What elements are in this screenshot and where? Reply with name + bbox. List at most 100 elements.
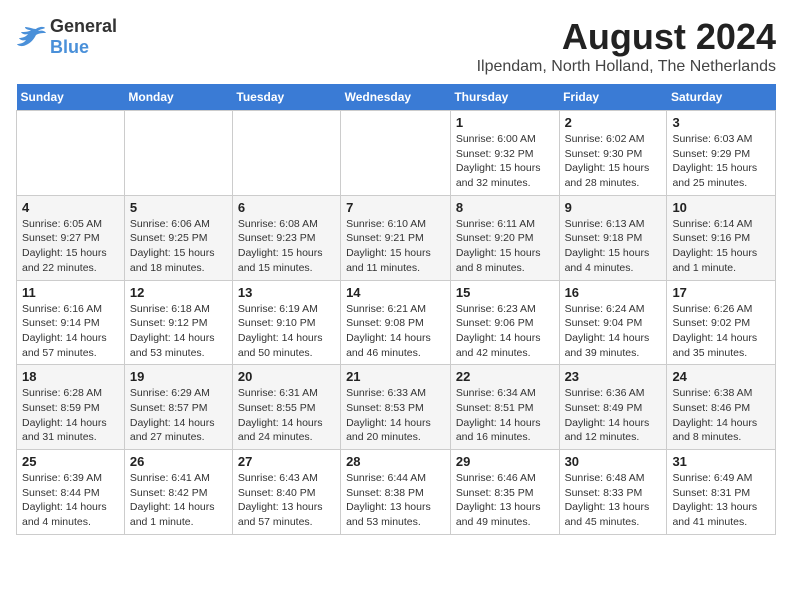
day-number: 22: [456, 369, 554, 384]
calendar-cell: 1 Sunrise: 6:00 AM Sunset: 9:32 PM Daylig…: [450, 111, 559, 196]
day-number: 25: [22, 454, 119, 469]
day-number: 26: [130, 454, 227, 469]
calendar-cell: 30Sunrise: 6:48 AM Sunset: 8:33 PM Dayli…: [559, 450, 667, 535]
calendar-cell: 9 Sunrise: 6:13 AM Sunset: 9:18 PM Daylig…: [559, 195, 667, 280]
day-of-week-header: Sunday: [17, 84, 125, 111]
day-number: 11: [22, 285, 119, 300]
calendar-cell: 10Sunrise: 6:14 AM Sunset: 9:16 PM Dayli…: [667, 195, 776, 280]
calendar-cell: 16 Sunrise: 6:24 AM Sunset: 9:04 PM Dayli…: [559, 280, 667, 365]
day-info: Sunrise: 6:31 AM Sunset: 8:55 PM Dayligh…: [238, 386, 335, 445]
calendar-cell: 14 Sunrise: 6:21 AM Sunset: 9:08 PM Dayli…: [341, 280, 451, 365]
calendar-week-row: 1 Sunrise: 6:00 AM Sunset: 9:32 PM Daylig…: [17, 111, 776, 196]
calendar-cell: 24 Sunrise: 6:38 AM Sunset: 8:46 PM Dayli…: [667, 365, 776, 450]
day-info: Sunrise: 6:16 AM Sunset: 9:14 PM Dayligh…: [22, 302, 119, 361]
calendar-cell: 8 Sunrise: 6:11 AM Sunset: 9:20 PM Daylig…: [450, 195, 559, 280]
calendar-cell: 29 Sunrise: 6:46 AM Sunset: 8:35 PM Dayli…: [450, 450, 559, 535]
day-number: 20: [238, 369, 335, 384]
calendar-cell: 13 Sunrise: 6:19 AM Sunset: 9:10 PM Dayli…: [232, 280, 340, 365]
day-info: Sunrise: 6:23 AM Sunset: 9:06 PM Dayligh…: [456, 302, 554, 361]
day-number: 24: [672, 369, 770, 384]
day-number: 1: [456, 115, 554, 130]
day-number: 7: [346, 200, 445, 215]
calendar-cell: 28 Sunrise: 6:44 AM Sunset: 8:38 PM Dayli…: [341, 450, 451, 535]
calendar-cell: 31Sunrise: 6:49 AM Sunset: 8:31 PM Dayli…: [667, 450, 776, 535]
day-number: 15: [456, 285, 554, 300]
calendar-cell: 26Sunrise: 6:41 AM Sunset: 8:42 PM Dayli…: [124, 450, 232, 535]
day-info: Sunrise: 6:43 AM Sunset: 8:40 PM Dayligh…: [238, 471, 335, 530]
day-number: 19: [130, 369, 227, 384]
calendar-week-row: 11 Sunrise: 6:16 AM Sunset: 9:14 PM Dayli…: [17, 280, 776, 365]
calendar-cell: 19 Sunrise: 6:29 AM Sunset: 8:57 PM Dayli…: [124, 365, 232, 450]
day-of-week-header: Friday: [559, 84, 667, 111]
day-of-week-header: Wednesday: [341, 84, 451, 111]
day-info: Sunrise: 6:34 AM Sunset: 8:51 PM Dayligh…: [456, 386, 554, 445]
page-subtitle: Ilpendam, North Holland, The Netherlands: [477, 58, 776, 76]
calendar-table: SundayMondayTuesdayWednesdayThursdayFrid…: [16, 84, 776, 535]
day-number: 31: [672, 454, 770, 469]
logo-blue: Blue: [50, 37, 89, 57]
calendar-cell: [124, 111, 232, 196]
day-info: Sunrise: 6:02 AM Sunset: 9:30 PM Dayligh…: [565, 132, 662, 191]
day-info: Sunrise: 6:36 AM Sunset: 8:49 PM Dayligh…: [565, 386, 662, 445]
day-info: Sunrise: 6:21 AM Sunset: 9:08 PM Dayligh…: [346, 302, 445, 361]
day-number: 21: [346, 369, 445, 384]
day-info: Sunrise: 6:46 AM Sunset: 8:35 PM Dayligh…: [456, 471, 554, 530]
day-info: Sunrise: 6:00 AM Sunset: 9:32 PM Dayligh…: [456, 132, 554, 191]
logo: General Blue: [16, 16, 117, 58]
day-info: Sunrise: 6:39 AM Sunset: 8:44 PM Dayligh…: [22, 471, 119, 530]
calendar-cell: 4Sunrise: 6:05 AM Sunset: 9:27 PM Daylig…: [17, 195, 125, 280]
day-info: Sunrise: 6:19 AM Sunset: 9:10 PM Dayligh…: [238, 302, 335, 361]
day-of-week-header: Tuesday: [232, 84, 340, 111]
day-info: Sunrise: 6:10 AM Sunset: 9:21 PM Dayligh…: [346, 217, 445, 276]
day-info: Sunrise: 6:03 AM Sunset: 9:29 PM Dayligh…: [672, 132, 770, 191]
day-number: 16: [565, 285, 662, 300]
day-info: Sunrise: 6:18 AM Sunset: 9:12 PM Dayligh…: [130, 302, 227, 361]
calendar-cell: 3 Sunrise: 6:03 AM Sunset: 9:29 PM Daylig…: [667, 111, 776, 196]
calendar-cell: 6Sunrise: 6:08 AM Sunset: 9:23 PM Daylig…: [232, 195, 340, 280]
day-info: Sunrise: 6:44 AM Sunset: 8:38 PM Dayligh…: [346, 471, 445, 530]
title-area: August 2024 Ilpendam, North Holland, The…: [477, 16, 776, 76]
day-of-week-header: Saturday: [667, 84, 776, 111]
day-number: 4: [22, 200, 119, 215]
day-number: 29: [456, 454, 554, 469]
day-info: Sunrise: 6:29 AM Sunset: 8:57 PM Dayligh…: [130, 386, 227, 445]
calendar-cell: 25 Sunrise: 6:39 AM Sunset: 8:44 PM Dayli…: [17, 450, 125, 535]
day-info: Sunrise: 6:38 AM Sunset: 8:46 PM Dayligh…: [672, 386, 770, 445]
day-info: Sunrise: 6:28 AM Sunset: 8:59 PM Dayligh…: [22, 386, 119, 445]
calendar-week-row: 4Sunrise: 6:05 AM Sunset: 9:27 PM Daylig…: [17, 195, 776, 280]
day-number: 23: [565, 369, 662, 384]
day-number: 30: [565, 454, 662, 469]
calendar-cell: 2Sunrise: 6:02 AM Sunset: 9:30 PM Daylig…: [559, 111, 667, 196]
calendar-cell: 17 Sunrise: 6:26 AM Sunset: 9:02 PM Dayli…: [667, 280, 776, 365]
day-number: 3: [672, 115, 770, 130]
day-info: Sunrise: 6:26 AM Sunset: 9:02 PM Dayligh…: [672, 302, 770, 361]
day-of-week-header: Monday: [124, 84, 232, 111]
day-number: 28: [346, 454, 445, 469]
day-number: 10: [672, 200, 770, 215]
day-number: 9: [565, 200, 662, 215]
calendar-cell: [341, 111, 451, 196]
day-number: 13: [238, 285, 335, 300]
day-info: Sunrise: 6:33 AM Sunset: 8:53 PM Dayligh…: [346, 386, 445, 445]
page-title: August 2024: [477, 16, 776, 58]
day-number: 14: [346, 285, 445, 300]
calendar-cell: 23 Sunrise: 6:36 AM Sunset: 8:49 PM Dayli…: [559, 365, 667, 450]
day-of-week-header: Thursday: [450, 84, 559, 111]
calendar-cell: 20 Sunrise: 6:31 AM Sunset: 8:55 PM Dayli…: [232, 365, 340, 450]
calendar-cell: 22 Sunrise: 6:34 AM Sunset: 8:51 PM Dayli…: [450, 365, 559, 450]
calendar-cell: [232, 111, 340, 196]
day-number: 8: [456, 200, 554, 215]
day-info: Sunrise: 6:24 AM Sunset: 9:04 PM Dayligh…: [565, 302, 662, 361]
calendar-cell: 21 Sunrise: 6:33 AM Sunset: 8:53 PM Dayli…: [341, 365, 451, 450]
calendar-cell: 11 Sunrise: 6:16 AM Sunset: 9:14 PM Dayli…: [17, 280, 125, 365]
day-info: Sunrise: 6:06 AM Sunset: 9:25 PM Dayligh…: [130, 217, 227, 276]
calendar-cell: 5Sunrise: 6:06 AM Sunset: 9:25 PM Daylig…: [124, 195, 232, 280]
calendar-cell: 15 Sunrise: 6:23 AM Sunset: 9:06 PM Dayli…: [450, 280, 559, 365]
calendar-cell: 7 Sunrise: 6:10 AM Sunset: 9:21 PM Daylig…: [341, 195, 451, 280]
day-number: 18: [22, 369, 119, 384]
day-info: Sunrise: 6:13 AM Sunset: 9:18 PM Dayligh…: [565, 217, 662, 276]
header: General Blue August 2024 Ilpendam, North…: [16, 16, 776, 76]
day-number: 17: [672, 285, 770, 300]
calendar-header-row: SundayMondayTuesdayWednesdayThursdayFrid…: [17, 84, 776, 111]
day-info: Sunrise: 6:11 AM Sunset: 9:20 PM Dayligh…: [456, 217, 554, 276]
